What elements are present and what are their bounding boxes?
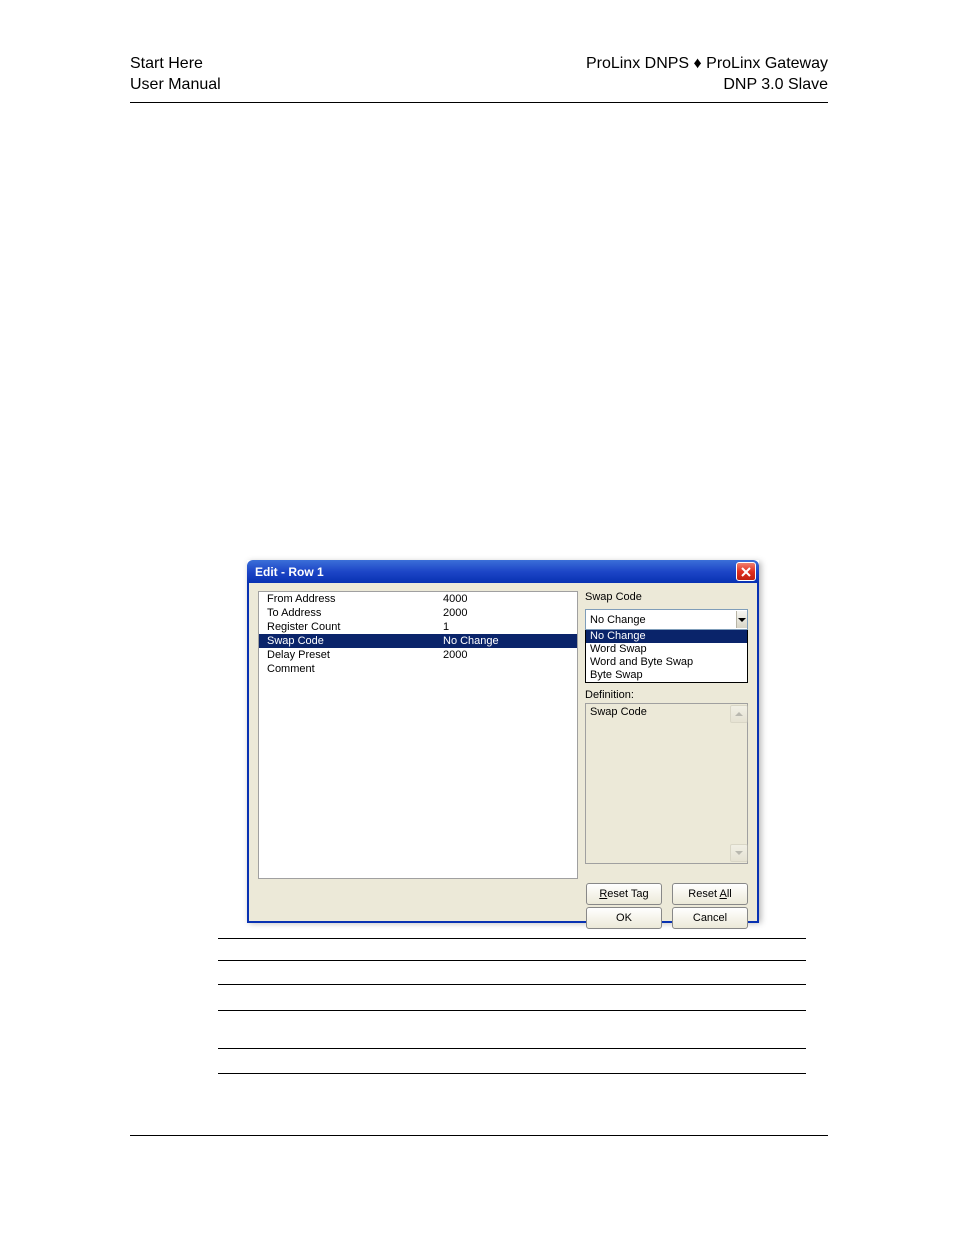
- reset-tag-button[interactable]: Reset Tag: [586, 883, 662, 905]
- property-value: 1: [443, 620, 577, 634]
- scroll-up-icon[interactable]: [730, 705, 748, 723]
- edit-dialog: Edit - Row 1 From Address 4000 To Addres…: [247, 560, 759, 921]
- footer-rule: [130, 1135, 828, 1136]
- page-header: Start Here User Manual ProLinx DNPS ♦ Pr…: [130, 54, 828, 96]
- dialog-body: From Address 4000 To Address 2000 Regist…: [247, 583, 759, 923]
- definition-text: Swap Code: [590, 706, 647, 718]
- property-row-selected[interactable]: Swap Code No Change: [259, 634, 577, 648]
- button-row-2: OK Cancel: [586, 907, 748, 929]
- dropdown-option[interactable]: No Change: [586, 630, 747, 643]
- property-value: 2000: [443, 648, 577, 662]
- dialog-titlebar[interactable]: Edit - Row 1: [247, 560, 759, 583]
- property-label: Swap Code: [259, 634, 443, 648]
- swap-code-dropdown[interactable]: No Change Word Swap Word and Byte Swap B…: [585, 630, 748, 683]
- header-left-line1: Start Here: [130, 54, 221, 75]
- property-value: 4000: [443, 592, 577, 606]
- divider: [218, 1010, 806, 1011]
- property-label: From Address: [259, 592, 443, 606]
- property-row[interactable]: Comment: [259, 662, 577, 676]
- divider: [218, 938, 806, 939]
- property-row[interactable]: Delay Preset 2000: [259, 648, 577, 662]
- header-right-line2: DNP 3.0 Slave: [586, 75, 828, 96]
- chevron-down-icon[interactable]: [736, 611, 747, 628]
- property-label: Register Count: [259, 620, 443, 634]
- dropdown-option[interactable]: Byte Swap: [586, 669, 747, 682]
- scroll-down-icon[interactable]: [730, 844, 748, 862]
- divider: [218, 960, 806, 961]
- scrollbar[interactable]: [730, 705, 746, 862]
- property-row[interactable]: Register Count 1: [259, 620, 577, 634]
- divider: [218, 984, 806, 985]
- property-value: No Change: [443, 634, 577, 648]
- ok-button[interactable]: OK: [586, 907, 662, 929]
- divider: [218, 1073, 806, 1074]
- definition-box: Swap Code: [585, 703, 748, 864]
- divider: [218, 1048, 806, 1049]
- dropdown-option[interactable]: Word Swap: [586, 643, 747, 656]
- property-label: To Address: [259, 606, 443, 620]
- close-icon[interactable]: [736, 562, 756, 581]
- field-label: Swap Code: [585, 591, 748, 603]
- definition-label: Definition:: [585, 689, 748, 701]
- property-value: 2000: [443, 606, 577, 620]
- header-left: Start Here User Manual: [130, 54, 221, 96]
- property-list[interactable]: From Address 4000 To Address 2000 Regist…: [258, 591, 578, 879]
- swap-code-combo[interactable]: [585, 609, 748, 630]
- reset-all-button[interactable]: Reset All: [672, 883, 748, 905]
- dialog-title: Edit - Row 1: [255, 565, 324, 579]
- button-row-1: Reset Tag Reset All: [586, 883, 748, 905]
- dropdown-option[interactable]: Word and Byte Swap: [586, 656, 747, 669]
- property-label: Comment: [259, 662, 443, 676]
- property-row[interactable]: To Address 2000: [259, 606, 577, 620]
- header-rule: [130, 102, 828, 103]
- cancel-button[interactable]: Cancel: [672, 907, 748, 929]
- property-value: [443, 662, 577, 676]
- swap-code-input[interactable]: [586, 614, 736, 626]
- header-right: ProLinx DNPS ♦ ProLinx Gateway DNP 3.0 S…: [586, 54, 828, 96]
- property-label: Delay Preset: [259, 648, 443, 662]
- header-right-line1: ProLinx DNPS ♦ ProLinx Gateway: [586, 54, 828, 75]
- right-panel: Swap Code No Change Word Swap Word and B…: [585, 591, 748, 864]
- header-left-line2: User Manual: [130, 75, 221, 96]
- property-row[interactable]: From Address 4000: [259, 592, 577, 606]
